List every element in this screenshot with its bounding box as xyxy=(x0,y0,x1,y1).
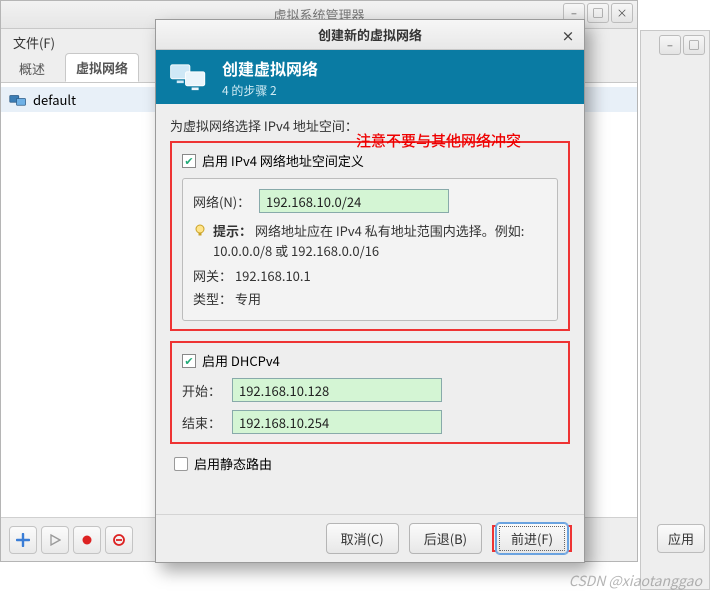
enable-static-route-checkbox[interactable] xyxy=(174,457,188,471)
ipv4-settings-panel: 网络(N)： 提示： 网络地址应在 IPv4 私有地址范围内选择。例如: 10.… xyxy=(182,178,558,321)
dialog-titlebar: 创建新的虚拟网络 × xyxy=(156,20,584,50)
dhcp-group-highlight: ✔ 启用 DHCPv4 开始： 结束： xyxy=(170,341,570,444)
dhcp-start-label: 开始： xyxy=(182,381,224,400)
parent-maximize-button[interactable]: □ xyxy=(587,3,609,23)
bgwin-minimize-button[interactable]: – xyxy=(659,35,681,55)
enable-dhcpv4-checkbox[interactable]: ✔ xyxy=(182,354,196,368)
enable-static-route-label: 启用静态路由 xyxy=(194,454,272,473)
network-icon xyxy=(9,93,27,107)
start-network-button[interactable] xyxy=(41,526,69,554)
dialog-close-button[interactable]: × xyxy=(558,25,578,45)
hint-text: 提示： 网络地址应在 IPv4 私有地址范围内选择。例如: 10.0.0.0/8… xyxy=(213,221,547,260)
banner-step: 4 的步骤 2 xyxy=(222,82,277,99)
dialog-footer: 取消(C) 后退(B) 前进(F) xyxy=(156,514,584,562)
enable-ipv4-label: 启用 IPv4 网络地址空间定义 xyxy=(202,151,364,170)
dialog-title: 创建新的虚拟网络 xyxy=(318,25,422,44)
dialog-banner: 创建虚拟网络 4 的步骤 2 xyxy=(156,50,584,104)
add-network-button[interactable] xyxy=(9,526,37,554)
network-input[interactable] xyxy=(259,189,449,213)
tab-virtual-network[interactable]: 虚拟网络 xyxy=(65,53,139,82)
enable-ipv4-checkbox[interactable]: ✔ xyxy=(182,154,196,168)
network-item-label: default xyxy=(33,90,76,109)
banner-title: 创建虚拟网络 xyxy=(222,56,318,80)
stop-network-button[interactable] xyxy=(73,526,101,554)
bgwin-maximize-button[interactable]: □ xyxy=(683,35,705,55)
dhcp-end-input[interactable] xyxy=(232,410,442,434)
forward-button-highlight: 前进(F) xyxy=(492,525,572,552)
watermark: CSDN @xiaotanggao xyxy=(569,571,702,591)
lightbulb-icon xyxy=(193,223,207,237)
create-virtual-network-dialog: 创建新的虚拟网络 × 创建虚拟网络 4 的步骤 2 为虚拟网络选择 IPv4 地… xyxy=(155,19,585,563)
ipv4-group-highlight: ✔ 启用 IPv4 网络地址空间定义 网络(N)： 提示： 网络地址应在 IPv… xyxy=(170,141,570,331)
dhcp-start-input[interactable] xyxy=(232,378,442,402)
delete-network-button[interactable] xyxy=(105,526,133,554)
gateway-row: 网关： 192.168.10.1 xyxy=(193,266,547,285)
parent-close-button[interactable]: × xyxy=(611,3,633,23)
enable-dhcpv4-label: 启用 DHCPv4 xyxy=(202,351,280,370)
type-row: 类型： 专用 xyxy=(193,289,547,308)
apply-button[interactable]: 应用 xyxy=(657,524,705,553)
tab-overview[interactable]: 概述 xyxy=(9,55,55,82)
dhcp-end-label: 结束： xyxy=(182,413,224,432)
cancel-button[interactable]: 取消(C) xyxy=(326,523,399,554)
network-label: 网络(N)： xyxy=(193,192,251,211)
menu-file[interactable]: 文件(F) xyxy=(7,31,61,54)
computers-icon xyxy=(168,59,210,95)
annotation-warning: 注意不要与其他网络冲突 xyxy=(356,130,521,151)
forward-button[interactable]: 前进(F) xyxy=(496,523,568,554)
background-window: – □ 应用 xyxy=(640,30,710,590)
back-button[interactable]: 后退(B) xyxy=(409,523,482,554)
